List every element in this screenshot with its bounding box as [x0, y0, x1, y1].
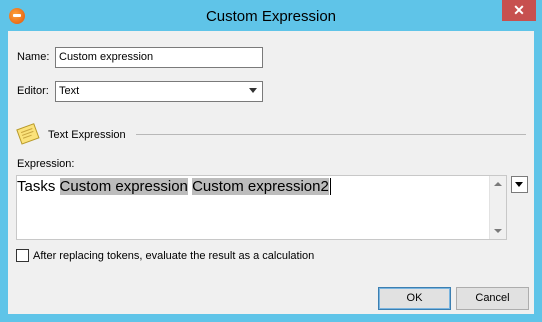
- window-title: Custom Expression: [205, 8, 337, 25]
- evaluate-checkbox[interactable]: [16, 249, 29, 262]
- expression-label: Expression:: [17, 158, 75, 170]
- chevron-down-icon: [249, 88, 257, 93]
- ok-button[interactable]: OK: [378, 287, 451, 310]
- expression-token[interactable]: Custom expression: [59, 178, 188, 195]
- editor-select-value: Text: [59, 85, 80, 97]
- editor-select[interactable]: Text: [55, 81, 263, 102]
- section-title: Text Expression: [48, 129, 126, 141]
- expression-dropdown-button[interactable]: [511, 176, 528, 193]
- expression-prefix: Tasks: [17, 178, 60, 195]
- text-cursor: [329, 178, 331, 195]
- close-button[interactable]: ✕: [502, 0, 536, 21]
- editor-label: Editor:: [17, 85, 49, 97]
- scroll-down-arrow-icon[interactable]: [490, 223, 506, 239]
- expression-content[interactable]: Tasks Custom expression Custom expressio…: [17, 178, 331, 195]
- section-divider: [136, 134, 526, 135]
- title-bar[interactable]: Custom Expression ✕: [0, 0, 542, 32]
- vertical-scrollbar[interactable]: [489, 176, 506, 239]
- expression-token[interactable]: Custom expression2: [192, 178, 329, 195]
- name-label: Name:: [17, 51, 50, 63]
- name-input[interactable]: Custom expression: [55, 47, 263, 68]
- evaluate-checkbox-label[interactable]: After replacing tokens, evaluate the res…: [33, 250, 314, 262]
- cancel-button[interactable]: Cancel: [456, 287, 529, 310]
- scroll-up-arrow-icon[interactable]: [490, 176, 506, 192]
- custom-expression-dialog: Custom Expression ✕ Name: Custom express…: [0, 0, 542, 322]
- note-icon: [16, 123, 40, 145]
- dialog-body: Name: Custom expression Editor: Text Tex…: [8, 31, 534, 314]
- expression-editor[interactable]: Tasks Custom expression Custom expressio…: [16, 175, 507, 240]
